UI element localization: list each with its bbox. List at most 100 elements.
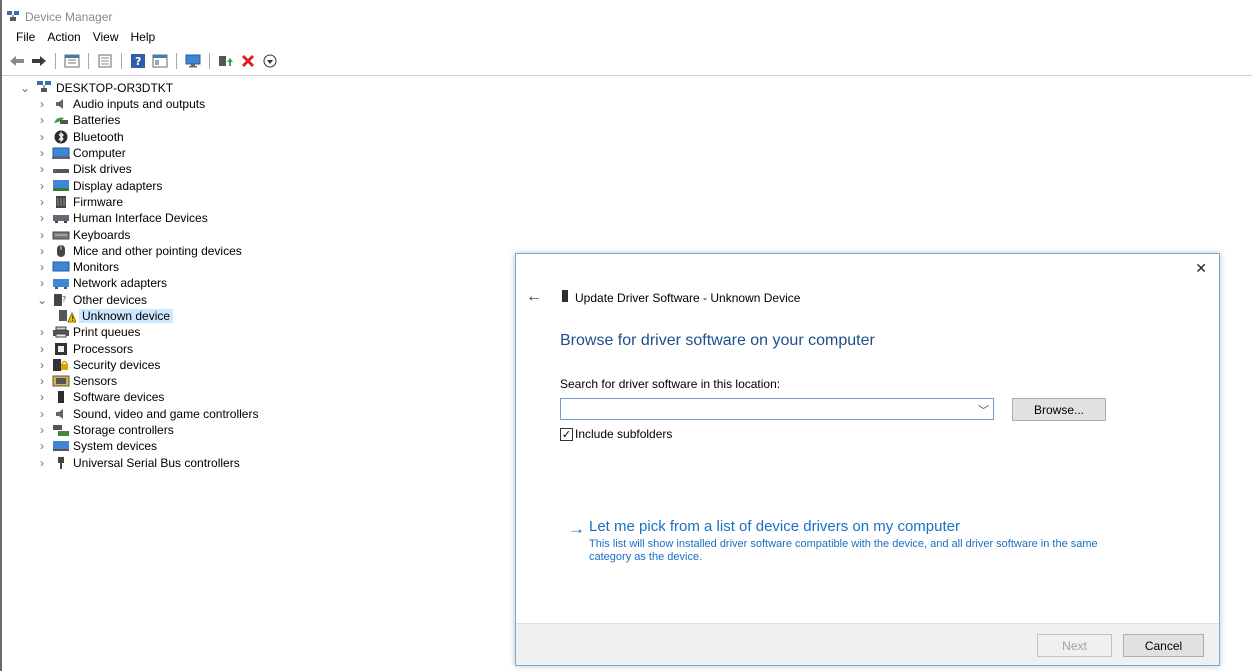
menu-help[interactable]: Help [125, 30, 162, 44]
tree-item-disk-drives[interactable]: › Disk drives [18, 161, 258, 177]
tree-item-label: Sound, video and game controllers [73, 406, 259, 421]
tree-root[interactable]: ⌄ DESKTOP-OR3DTKT [18, 80, 258, 96]
disable-device-icon[interactable] [261, 52, 279, 70]
computer-icon [52, 146, 70, 160]
tree-item-sensors[interactable]: › Sensors [18, 373, 258, 389]
chevron-right-icon[interactable]: › [35, 374, 49, 388]
toolbar-separator [55, 53, 56, 69]
view-icon[interactable] [151, 52, 169, 70]
storage-controller-icon [52, 423, 70, 437]
tree-item-software-devices[interactable]: › Software devices [18, 389, 258, 405]
network-adapter-icon [52, 276, 70, 290]
chevron-right-icon[interactable]: › [35, 342, 49, 356]
device-manager-window: Device Manager File Action View Help ? ⌄… [0, 0, 1252, 671]
processor-icon [52, 342, 70, 356]
tree-item-mice-and-other-pointing-devices[interactable]: › Mice and other pointing devices [18, 243, 258, 259]
toolbar-divider [2, 75, 1252, 76]
chevron-right-icon[interactable]: › [35, 244, 49, 258]
uninstall-icon[interactable] [239, 52, 257, 70]
tree-item-firmware[interactable]: › Firmware [18, 194, 258, 210]
include-subfolders-checkbox[interactable]: ✓ [560, 427, 573, 441]
chevron-right-icon[interactable]: › [35, 407, 49, 421]
next-button[interactable]: Next [1037, 634, 1112, 657]
firmware-icon [52, 195, 70, 209]
bluetooth-icon [52, 130, 70, 144]
chevron-right-icon[interactable]: › [35, 390, 49, 404]
menu-action[interactable]: Action [41, 30, 86, 44]
dialog-heading: Browse for driver software on your compu… [560, 332, 875, 349]
include-subfolders-option[interactable]: ✓ Include subfolders [560, 427, 672, 441]
tree-item-unknown-device[interactable]: ! Unknown device [18, 308, 258, 324]
tree-item-sound-video-and-game-controllers[interactable]: › Sound, video and game controllers [18, 406, 258, 422]
search-location-input[interactable] [561, 399, 961, 419]
toolbar-separator [88, 53, 89, 69]
chevron-right-icon[interactable]: › [35, 179, 49, 193]
chevron-right-icon[interactable]: › [35, 113, 49, 127]
window-title: Device Manager [25, 10, 113, 24]
chevron-down-icon[interactable]: ﹀ [978, 402, 989, 418]
dialog-footer: Next Cancel [516, 623, 1219, 665]
update-driver-icon[interactable] [217, 52, 235, 70]
tree-item-other-devices[interactable]: ⌄? Other devices [18, 292, 258, 308]
printer-icon [52, 325, 70, 339]
pick-driver-title[interactable]: Let me pick from a list of device driver… [589, 518, 1109, 535]
tree-item-security-devices[interactable]: › Security devices [18, 357, 258, 373]
properties-icon[interactable] [96, 52, 114, 70]
search-location-combobox[interactable]: ﹀ [560, 398, 994, 420]
tree-item-human-interface-devices[interactable]: › Human Interface Devices [18, 210, 258, 226]
cancel-button[interactable]: Cancel [1123, 634, 1204, 657]
chevron-right-icon[interactable]: › [35, 146, 49, 160]
chevron-right-icon[interactable]: › [35, 276, 49, 290]
close-icon[interactable]: ✕ [1195, 260, 1207, 277]
tree-item-computer[interactable]: › Computer [18, 145, 258, 161]
back-arrow-icon[interactable]: ← [526, 288, 542, 306]
chevron-right-icon[interactable]: › [35, 211, 49, 225]
toolbar-separator [121, 53, 122, 69]
browse-button[interactable]: Browse... [1012, 398, 1106, 421]
security-device-icon [52, 358, 70, 372]
back-icon[interactable] [8, 52, 26, 70]
chevron-right-icon[interactable]: › [35, 325, 49, 339]
speaker-icon [52, 407, 70, 421]
monitor-icon[interactable] [184, 52, 202, 70]
chevron-right-icon[interactable]: › [35, 228, 49, 242]
tree-item-audio-inputs-and-outputs[interactable]: › Audio inputs and outputs [18, 96, 258, 112]
dialog-title: Update Driver Software - Unknown Device [561, 290, 800, 305]
help-icon[interactable]: ? [129, 52, 147, 70]
battery-icon [52, 113, 70, 127]
disk-drive-icon [52, 162, 70, 176]
chevron-right-icon[interactable]: › [35, 162, 49, 176]
tree-item-label: Universal Serial Bus controllers [73, 455, 240, 470]
tree-item-display-adapters[interactable]: › Display adapters [18, 177, 258, 193]
chevron-right-icon[interactable]: › [35, 195, 49, 209]
chevron-right-icon[interactable]: › [35, 130, 49, 144]
forward-icon[interactable] [30, 52, 48, 70]
tree-item-storage-controllers[interactable]: › Storage controllers [18, 422, 258, 438]
chevron-right-icon[interactable]: › [35, 439, 49, 453]
chevron-right-icon[interactable]: › [35, 423, 49, 437]
pick-driver-link[interactable]: → Let me pick from a list of device driv… [568, 518, 1109, 564]
chevron-down-icon[interactable]: ⌄ [18, 81, 32, 95]
tree-item-print-queues[interactable]: › Print queues [18, 324, 258, 340]
chevron-right-icon[interactable]: › [35, 456, 49, 470]
hid-icon [52, 211, 70, 225]
tree-item-monitors[interactable]: › Monitors [18, 259, 258, 275]
tree-item-label: Human Interface Devices [73, 211, 208, 226]
chevron-right-icon[interactable]: › [35, 260, 49, 274]
tree-item-universal-serial-bus-controllers[interactable]: › Universal Serial Bus controllers [18, 455, 258, 471]
chevron-right-icon[interactable]: › [35, 97, 49, 111]
tree-item-system-devices[interactable]: › System devices [18, 438, 258, 454]
tree-item-processors[interactable]: › Processors [18, 340, 258, 356]
show-hide-tree-icon[interactable] [63, 52, 81, 70]
tree-item-network-adapters[interactable]: › Network adapters [18, 275, 258, 291]
tree-item-keyboards[interactable]: › Keyboards [18, 226, 258, 242]
search-location-label: Search for driver software in this locat… [560, 377, 781, 391]
tree-item-bluetooth[interactable]: › Bluetooth [18, 129, 258, 145]
menu-view[interactable]: View [87, 30, 125, 44]
chevron-right-icon[interactable]: › [35, 358, 49, 372]
tree-item-batteries[interactable]: › Batteries [18, 112, 258, 128]
svg-text:?: ? [135, 55, 141, 68]
tree-item-label: Print queues [73, 325, 141, 340]
chevron-down-icon[interactable]: ⌄ [35, 293, 49, 307]
menu-file[interactable]: File [10, 30, 41, 44]
